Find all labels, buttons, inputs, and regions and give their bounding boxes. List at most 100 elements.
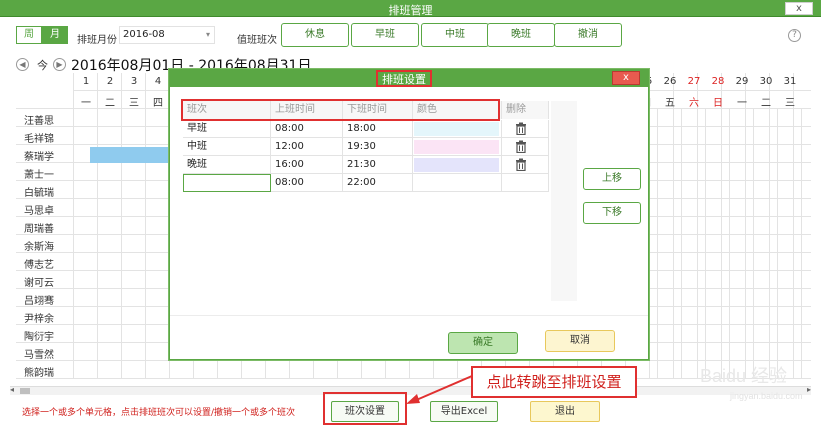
schedule-cell[interactable] — [98, 199, 122, 217]
today-button[interactable]: 今 — [37, 57, 48, 73]
schedule-cell[interactable] — [706, 343, 730, 361]
schedule-cell[interactable] — [98, 289, 122, 307]
color-swatch[interactable] — [414, 158, 499, 172]
schedule-cell[interactable] — [98, 271, 122, 289]
schedule-cell[interactable] — [682, 307, 706, 325]
schedule-cell[interactable] — [706, 235, 730, 253]
schedule-cell[interactable] — [658, 217, 682, 235]
schedule-cell[interactable] — [98, 325, 122, 343]
schedule-cell[interactable] — [706, 325, 730, 343]
grid-corner[interactable] — [16, 73, 74, 109]
schedule-cell[interactable] — [218, 361, 242, 379]
schedule-cell[interactable] — [682, 199, 706, 217]
schedule-cell[interactable] — [314, 361, 338, 379]
schedule-cell[interactable] — [74, 361, 98, 379]
schedule-cell[interactable] — [706, 181, 730, 199]
schedule-cell[interactable] — [146, 271, 170, 289]
shift-row[interactable]: 中班 12:00 19:30 — [183, 138, 549, 156]
schedule-cell[interactable] — [122, 289, 146, 307]
shift-name-field[interactable] — [183, 174, 271, 192]
schedule-cell[interactable] — [778, 181, 802, 199]
schedule-cell[interactable] — [730, 199, 754, 217]
view-month-toggle[interactable]: 月 — [42, 26, 68, 44]
schedule-cell[interactable] — [754, 235, 778, 253]
schedule-cell[interactable] — [706, 253, 730, 271]
schedule-cell[interactable] — [754, 253, 778, 271]
schedule-cell[interactable] — [730, 145, 754, 163]
schedule-cell[interactable] — [658, 289, 682, 307]
trash-icon[interactable] — [515, 140, 527, 153]
schedule-cell[interactable] — [98, 253, 122, 271]
schedule-cell[interactable] — [730, 163, 754, 181]
delete-cell[interactable] — [502, 174, 549, 192]
delete-cell[interactable] — [502, 138, 549, 156]
move-down-button[interactable]: 下移 — [583, 202, 641, 224]
schedule-cell[interactable] — [706, 109, 730, 127]
schedule-cell[interactable] — [122, 109, 146, 127]
schedule-cell[interactable] — [778, 109, 802, 127]
schedule-cell[interactable] — [754, 199, 778, 217]
color-cell[interactable] — [413, 156, 502, 174]
schedule-cell[interactable] — [98, 343, 122, 361]
schedule-cell[interactable] — [98, 109, 122, 127]
schedule-cell[interactable] — [146, 343, 170, 361]
schedule-cell[interactable] — [682, 217, 706, 235]
schedule-cell[interactable] — [122, 199, 146, 217]
schedule-cell[interactable] — [730, 235, 754, 253]
schedule-cell[interactable] — [778, 289, 802, 307]
schedule-cell[interactable] — [658, 271, 682, 289]
schedule-cell[interactable] — [754, 163, 778, 181]
schedule-cell[interactable] — [706, 271, 730, 289]
schedule-cell[interactable] — [682, 289, 706, 307]
schedule-cell[interactable] — [682, 343, 706, 361]
schedule-cell[interactable] — [122, 235, 146, 253]
schedule-cell[interactable] — [146, 163, 170, 181]
schedule-cell[interactable] — [146, 109, 170, 127]
color-swatch[interactable] — [414, 140, 499, 154]
schedule-cell[interactable] — [98, 217, 122, 235]
shift-early-button[interactable]: 早班 — [351, 23, 419, 47]
color-cell[interactable] — [413, 120, 502, 138]
schedule-cell[interactable] — [754, 289, 778, 307]
schedule-cell[interactable] — [122, 217, 146, 235]
schedule-cell[interactable] — [730, 217, 754, 235]
schedule-cell[interactable] — [754, 145, 778, 163]
schedule-cell[interactable] — [74, 181, 98, 199]
schedule-cell[interactable] — [730, 181, 754, 199]
schedule-cell[interactable] — [122, 253, 146, 271]
exit-button[interactable]: 退出 — [530, 401, 600, 422]
schedule-cell[interactable] — [682, 145, 706, 163]
schedule-cell[interactable] — [706, 199, 730, 217]
schedule-cell[interactable] — [74, 163, 98, 181]
schedule-cell[interactable] — [634, 361, 658, 379]
schedule-cell[interactable] — [778, 145, 802, 163]
end-time-field[interactable]: 18:00 — [343, 120, 413, 138]
delete-cell[interactable] — [502, 120, 549, 138]
schedule-cell[interactable] — [706, 289, 730, 307]
end-time-field[interactable]: 19:30 — [343, 138, 413, 156]
shift-settings-button[interactable]: 班次设置 — [331, 401, 399, 422]
end-time-field[interactable]: 22:00 — [343, 174, 413, 192]
schedule-cell[interactable] — [778, 163, 802, 181]
schedule-cell[interactable] — [706, 163, 730, 181]
schedule-cell[interactable] — [754, 325, 778, 343]
start-time-field[interactable]: 08:00 — [271, 120, 343, 138]
schedule-cell[interactable] — [98, 163, 122, 181]
schedule-cell[interactable] — [754, 109, 778, 127]
schedule-cell[interactable] — [730, 289, 754, 307]
trash-icon[interactable] — [515, 158, 527, 171]
move-up-button[interactable]: 上移 — [583, 168, 641, 190]
schedule-cell[interactable] — [98, 235, 122, 253]
window-close-button[interactable]: x — [785, 2, 813, 15]
schedule-cell[interactable] — [658, 343, 682, 361]
schedule-cell[interactable] — [290, 361, 314, 379]
schedule-cell[interactable] — [658, 127, 682, 145]
schedule-cell[interactable] — [706, 217, 730, 235]
schedule-cell[interactable] — [74, 253, 98, 271]
schedule-cell[interactable] — [146, 253, 170, 271]
start-time-field[interactable]: 12:00 — [271, 138, 343, 156]
schedule-cell[interactable] — [730, 109, 754, 127]
delete-cell[interactable] — [502, 156, 549, 174]
schedule-cell[interactable] — [362, 361, 386, 379]
schedule-cell[interactable] — [74, 235, 98, 253]
